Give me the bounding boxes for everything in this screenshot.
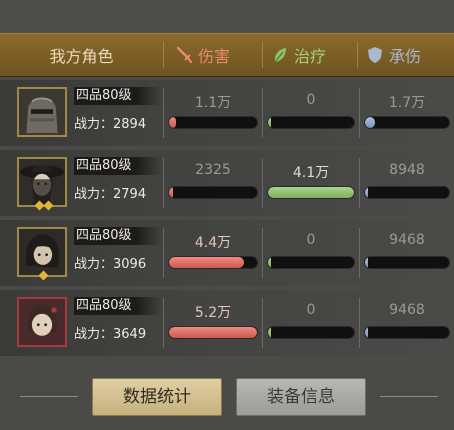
damage-label: 伤害 [198, 47, 231, 66]
hero-grade: 四品80级 [74, 227, 162, 245]
heal-value: 0 [306, 302, 316, 318]
hero-row[interactable]: 四品80级 战力：3096 4.4万 0 9468 [0, 220, 454, 286]
hero-row[interactable]: 四品80级 战力：3649 5.2万 0 9468 [0, 290, 454, 356]
taken-bar [364, 116, 450, 129]
damage-bar [168, 116, 258, 129]
armored-knight-portrait [19, 89, 65, 135]
damage-value: 1.1万 [194, 95, 232, 111]
column-divider [163, 88, 164, 138]
stats-header: 我方角色 伤害 治疗 承伤 [0, 33, 454, 77]
rank-gems [38, 270, 49, 281]
top-strip [0, 0, 454, 33]
header-divider [357, 42, 358, 68]
column-divider [262, 158, 263, 208]
damage-bar-fill [169, 117, 177, 128]
damage-bar-fill [169, 257, 244, 268]
team-title: 我方角色 [49, 47, 114, 66]
column-divider [262, 298, 263, 348]
column-divider [262, 228, 263, 278]
stats-tab-button[interactable]: 数据统计 [92, 378, 222, 416]
damage-value: 2325 [195, 162, 231, 178]
hero-grade: 四品80级 [74, 297, 162, 315]
sword-icon [176, 46, 192, 64]
bob-haired-girl-portrait [19, 299, 65, 345]
rank-gems [34, 200, 54, 211]
gem-icon [43, 200, 54, 211]
damage-value: 4.4万 [194, 235, 232, 251]
column-divider [262, 88, 263, 138]
damage-value: 5.2万 [194, 305, 232, 321]
taken-value: 1.7万 [388, 95, 426, 111]
heal-bar [267, 256, 355, 269]
heal-bar [267, 326, 355, 339]
taken-bar [364, 256, 450, 269]
footer-divider [380, 396, 438, 397]
dark-haired-heroine-portrait [19, 229, 65, 275]
column-divider [359, 88, 360, 138]
column-divider [163, 298, 164, 348]
hero-avatar[interactable] [17, 157, 67, 207]
taken-bar [364, 326, 450, 339]
taken-header: 承伤 [367, 42, 421, 68]
taken-value: 8948 [389, 162, 425, 178]
hero-grade: 四品80级 [74, 157, 162, 175]
taken-value: 9468 [389, 232, 425, 248]
hero-power: 战力：3096 [74, 257, 147, 272]
taken-value: 9468 [389, 302, 425, 318]
damage-bar-fill [169, 327, 257, 338]
heal-value: 0 [306, 232, 316, 248]
damage-header: 伤害 [176, 42, 230, 68]
equipment-tab-button[interactable]: 装备信息 [236, 378, 366, 416]
header-divider [163, 42, 164, 68]
hero-power: 战力：2894 [74, 117, 147, 132]
heal-bar-fill [268, 257, 272, 268]
hero-power: 战力：3649 [74, 327, 147, 342]
heal-value: 4.1万 [292, 165, 330, 181]
heal-bar [267, 186, 355, 199]
hero-power: 战力：2794 [74, 187, 147, 202]
column-divider [359, 158, 360, 208]
header-divider [262, 42, 263, 68]
taken-bar-fill [365, 327, 369, 338]
heal-bar-fill [268, 187, 354, 198]
taken-bar-fill [365, 117, 376, 128]
heal-bar-fill [268, 117, 272, 128]
taken-label: 承伤 [389, 47, 422, 66]
damage-bar [168, 256, 258, 269]
hero-row[interactable]: 四品80级 战力：2794 2325 4.1万 8948 [0, 150, 454, 216]
hatted-heroine-portrait [19, 159, 65, 205]
column-divider [163, 158, 164, 208]
taken-bar [364, 186, 450, 199]
column-divider [359, 228, 360, 278]
gem-icon [38, 270, 49, 281]
hero-row[interactable]: 四品80级 战力：2894 1.1万 0 1.7万 [0, 80, 454, 146]
footer: 数据统计 装备信息 [0, 363, 454, 430]
hero-grade: 四品80级 [74, 87, 162, 105]
damage-bar-fill [169, 187, 173, 198]
column-divider [163, 228, 164, 278]
leaf-icon [274, 48, 286, 63]
shield-icon [368, 47, 382, 63]
hero-avatar[interactable] [17, 227, 67, 277]
column-divider [359, 298, 360, 348]
heal-label: 治疗 [294, 47, 327, 66]
heal-bar [267, 116, 355, 129]
taken-bar-fill [365, 257, 369, 268]
damage-bar [168, 326, 258, 339]
taken-bar-fill [365, 187, 369, 198]
heal-bar-fill [268, 327, 272, 338]
heal-value: 0 [306, 92, 316, 108]
damage-bar [168, 186, 258, 199]
hero-avatar[interactable] [17, 87, 67, 137]
footer-divider [20, 396, 78, 397]
heal-header: 治疗 [272, 42, 326, 68]
hero-avatar[interactable] [17, 297, 67, 347]
